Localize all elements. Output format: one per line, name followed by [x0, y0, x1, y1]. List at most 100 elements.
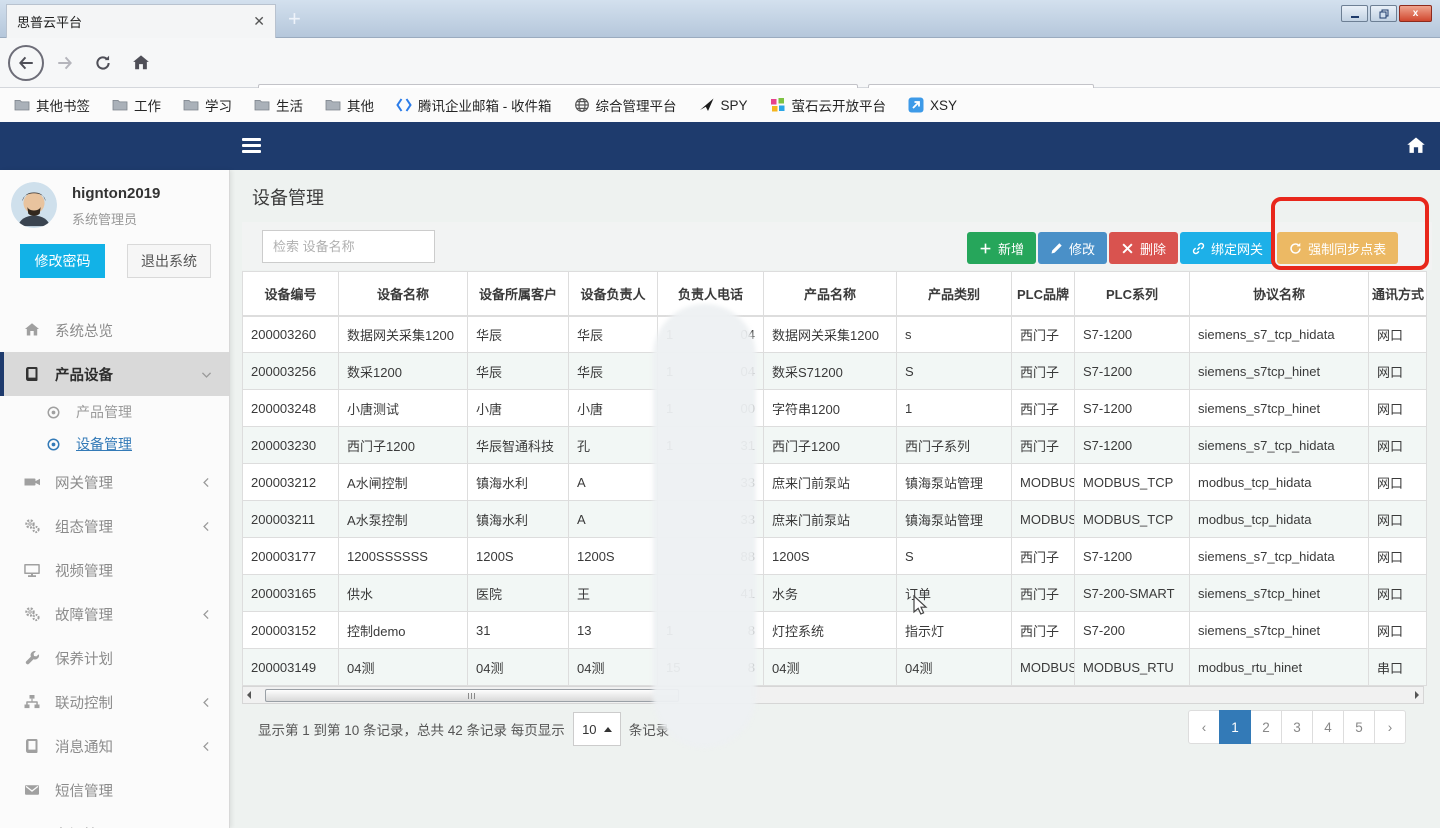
sidebar-item-10[interactable]: 消息通知 — [0, 724, 230, 768]
sidebar-item-label: 视频管理 — [55, 560, 113, 581]
sidebar-item-1[interactable]: 产品设备 — [0, 352, 230, 396]
sidebar-item-8[interactable]: 保养计划 — [0, 636, 230, 680]
add-button[interactable]: 新增 — [967, 232, 1036, 264]
bookmark-item-4[interactable]: 其他 — [325, 95, 374, 115]
tab-title: 思普云平台 — [17, 12, 82, 31]
sidebar-item-11[interactable]: 短信管理 — [0, 768, 230, 812]
table-row[interactable]: 200003256数采1200华辰华辰104数采S71200S西门子S7-120… — [243, 353, 1427, 390]
edit-button[interactable]: 修改 — [1038, 232, 1107, 264]
page-button-2[interactable]: 2 — [1250, 710, 1282, 744]
sidebar-item-6[interactable]: 视频管理 — [0, 548, 230, 592]
delete-button[interactable]: 删除 — [1109, 232, 1178, 264]
table-row[interactable]: 200003260数据网关采集1200华辰华辰104数据网关采集1200s西门子… — [243, 316, 1427, 353]
bookmark-item-6[interactable]: 综合管理平台 — [574, 95, 677, 115]
sidebar-collapse-icon[interactable] — [242, 138, 261, 156]
sidebar-item-label: 产品管理 — [76, 402, 132, 422]
monitor-icon — [24, 562, 40, 578]
bind-gateway-button[interactable]: 绑定网关 — [1180, 232, 1275, 264]
page-button-prev[interactable]: ‹ — [1188, 710, 1220, 744]
cell-plc_series: S7-1200 — [1075, 538, 1190, 575]
force-sync-button[interactable]: 强制同步点表 — [1277, 232, 1398, 264]
bookmark-item-1[interactable]: 工作 — [112, 95, 161, 115]
horizontal-scrollbar[interactable] — [242, 686, 1424, 704]
page-size-select[interactable]: 10 — [573, 712, 621, 746]
cell-protocol: siemens_s7_tcp_hidata — [1190, 427, 1369, 464]
sidebar-item-2[interactable]: 产品管理 — [0, 396, 230, 428]
page-button-4[interactable]: 4 — [1312, 710, 1344, 744]
column-header-name[interactable]: 设备名称 — [339, 272, 468, 316]
sidebar-item-3[interactable]: 设备管理 — [0, 428, 230, 460]
column-header-product[interactable]: 产品名称 — [764, 272, 897, 316]
window-minimize-button[interactable] — [1341, 5, 1368, 22]
reload-button[interactable] — [94, 54, 112, 72]
cell-protocol: modbus_tcp_hidata — [1190, 501, 1369, 538]
page-button-3[interactable]: 3 — [1281, 710, 1313, 744]
table-row[interactable]: 200003212A水闸控制镇海水利A33庶来门前泵站镇海泵站管理MODBUSM… — [243, 464, 1427, 501]
cell-name: 数采1200 — [339, 353, 468, 390]
sidebar-item-0[interactable]: 系统总览 — [0, 308, 230, 352]
bookmark-item-0[interactable]: 其他书签 — [14, 95, 90, 115]
cell-name: 西门子1200 — [339, 427, 468, 464]
page-button-1[interactable]: 1 — [1219, 710, 1251, 744]
cell-owner: 1200S — [569, 538, 658, 575]
column-header-plc_brand[interactable]: PLC品牌 — [1012, 272, 1075, 316]
cell-comm: 网口 — [1369, 501, 1427, 538]
pagination-info: 显示第 1 到第 10 条记录，总共 42 条记录 每页显示 10 条记录 — [258, 712, 669, 746]
sidebar-item-9[interactable]: 联动控制 — [0, 680, 230, 724]
back-button[interactable] — [8, 45, 44, 81]
table-row[interactable]: 2000031771200SSSSSS1200S1200S881200SS西门子… — [243, 538, 1427, 575]
page-button-next[interactable]: › — [1374, 710, 1406, 744]
folder-icon — [325, 97, 341, 113]
change-password-button[interactable]: 修改密码 — [20, 244, 105, 278]
cell-category: 西门子系列 — [897, 427, 1012, 464]
sidebar-item-4[interactable]: 网关管理 — [0, 460, 230, 504]
table-row[interactable]: 200003211A水泵控制镇海水利A33庶来门前泵站镇海泵站管理MODBUSM… — [243, 501, 1427, 538]
table-row[interactable]: 200003152控制demo311318灯控系统指示灯西门子S7-200sie… — [243, 612, 1427, 649]
bullseye-icon — [46, 405, 61, 420]
device-search-input[interactable] — [262, 230, 435, 263]
bookmark-item-3[interactable]: 生活 — [254, 95, 303, 115]
column-header-category[interactable]: 产品类别 — [897, 272, 1012, 316]
sidebar-item-5[interactable]: 组态管理 — [0, 504, 230, 548]
cell-product: 字符串1200 — [764, 390, 897, 427]
logout-button[interactable]: 退出系统 — [127, 244, 211, 278]
table-row[interactable]: 20000314904测04测04测15804测04测MODBUSMODBUS_… — [243, 649, 1427, 686]
column-header-owner[interactable]: 设备负责人 — [569, 272, 658, 316]
column-header-customer[interactable]: 设备所属客户 — [468, 272, 569, 316]
bookmark-label: XSY — [930, 98, 957, 113]
action-button-label: 强制同步点表 — [1308, 239, 1386, 258]
window-restore-button[interactable] — [1370, 5, 1397, 22]
column-header-plc_series[interactable]: PLC系列 — [1075, 272, 1190, 316]
cell-plc_series: S7-200 — [1075, 612, 1190, 649]
sidebar-item-7[interactable]: 故障管理 — [0, 592, 230, 636]
bookmark-item-9[interactable]: XSY — [908, 97, 957, 113]
app-home-icon[interactable] — [1406, 136, 1426, 156]
scrollbar-thumb[interactable] — [265, 689, 679, 702]
browser-home-button[interactable] — [132, 54, 150, 72]
avatar[interactable] — [11, 182, 57, 228]
tab-close-icon[interactable]: ✕ — [253, 13, 265, 30]
sidebar-item-12[interactable]: 车间管理 — [0, 812, 230, 828]
forward-button[interactable] — [56, 54, 74, 72]
bookmark-item-7[interactable]: SPY — [699, 97, 748, 113]
column-header-id[interactable]: 设备编号 — [243, 272, 339, 316]
cell-owner: 王 — [569, 575, 658, 612]
cell-protocol: modbus_tcp_hidata — [1190, 464, 1369, 501]
browser-tab[interactable]: 思普云平台 ✕ — [6, 4, 276, 38]
bookmark-item-5[interactable]: 腾讯企业邮箱 - 收件箱 — [396, 95, 552, 115]
new-tab-button[interactable]: + — [288, 6, 301, 32]
table-row[interactable]: 200003165供水医院王41水务订单西门子S7-200-SMARTsieme… — [243, 575, 1427, 612]
window-close-button[interactable]: x — [1399, 5, 1432, 22]
column-header-comm[interactable]: 通讯方式 — [1369, 272, 1427, 316]
book-icon — [24, 366, 40, 382]
table-row[interactable]: 200003230西门子1200华辰智通科技孔131西门子1200西门子系列西门… — [243, 427, 1427, 464]
cell-plc_brand: 西门子 — [1012, 427, 1075, 464]
bookmark-item-2[interactable]: 学习 — [183, 95, 232, 115]
page-button-5[interactable]: 5 — [1343, 710, 1375, 744]
bookmark-item-8[interactable]: 萤石云开放平台 — [770, 95, 887, 115]
table-row[interactable]: 200003248小唐测试小唐小唐100字符串12001西门子S7-1200si… — [243, 390, 1427, 427]
dart-icon — [699, 97, 715, 113]
column-header-protocol[interactable]: 协议名称 — [1190, 272, 1369, 316]
scroll-right-arrow[interactable] — [1415, 691, 1419, 699]
scroll-left-arrow[interactable] — [247, 691, 251, 699]
